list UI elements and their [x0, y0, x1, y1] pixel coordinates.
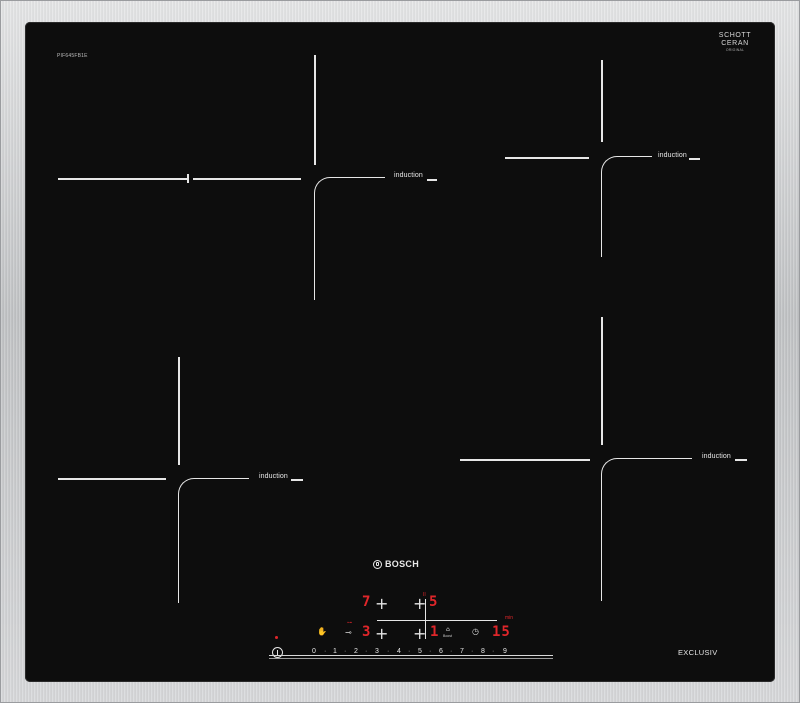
zone-line — [735, 459, 747, 461]
glass-cooktop: PIF645FB1E SCHOTT CERAN ORIGINAL inducti… — [25, 22, 775, 682]
zone-bottom-right-plus-button[interactable]: + — [413, 626, 426, 642]
wipe-protection-icon[interactable]: ✋ — [317, 628, 327, 636]
zone-bottom-left-plus-button[interactable]: + — [375, 626, 388, 642]
zone-top-left-plus-button[interactable]: + — [375, 596, 388, 612]
zone-line — [689, 158, 700, 160]
boost-icon[interactable]: ⌂ — [446, 626, 450, 634]
bosch-logo-icon — [373, 559, 382, 569]
zone-line — [58, 478, 166, 480]
slider-digit-8[interactable]: 8 — [481, 648, 485, 656]
timer-display: 15 — [492, 624, 511, 640]
zone-corner — [314, 177, 385, 300]
slider-digit-4[interactable]: 4 — [397, 648, 401, 656]
slider-digit-3[interactable]: 3 — [375, 648, 379, 656]
original-text: ORIGINAL — [725, 48, 745, 52]
slider-digit-0[interactable]: 0 — [312, 648, 316, 656]
induction-label: induction — [658, 152, 687, 159]
zone-corner — [601, 458, 692, 601]
slider-digit-6[interactable]: 6 — [439, 648, 443, 656]
zone-top-right-plus-button[interactable]: + — [413, 596, 426, 612]
zone-bottom-right-display: 1 — [430, 624, 440, 640]
zone-line — [505, 157, 589, 159]
schott-text: SCHOTT — [718, 32, 752, 39]
series-badge: EXCLUSIV — [678, 648, 718, 657]
slider-dot: · — [492, 648, 495, 655]
zone-line — [427, 179, 437, 181]
zone-line — [193, 178, 301, 180]
slider-dot: · — [450, 648, 453, 655]
slider-digit-5[interactable]: 5 — [418, 648, 422, 656]
slider-digit-7[interactable]: 7 — [460, 648, 464, 656]
slider-dot: · — [387, 648, 390, 655]
slider-digit-9[interactable]: 9 — [503, 648, 507, 656]
slider-track-lower — [269, 658, 553, 659]
boost-label: Boost — [443, 634, 452, 638]
zone-bottom-left-display: 3 — [362, 624, 372, 640]
zone-line — [601, 317, 603, 445]
zone-divider — [187, 174, 189, 183]
slider-dot: · — [365, 648, 368, 655]
control-cross-horizontal — [377, 620, 497, 621]
zone-line — [178, 357, 180, 465]
zone-line — [601, 60, 603, 142]
zone-line — [291, 479, 303, 481]
slider-dot: · — [408, 648, 411, 655]
zone-corner — [601, 156, 652, 257]
brand-name: BOSCH — [385, 559, 420, 569]
zone-line — [460, 459, 590, 461]
schott-ceran-logo: SCHOTT CERAN ORIGINAL — [705, 32, 765, 53]
key-icon: ⊶ — [347, 620, 352, 626]
childlock-icon[interactable]: ⊸ — [345, 629, 352, 637]
zone-top-right-display: 5 — [429, 594, 439, 610]
induction-label: induction — [394, 172, 423, 179]
zone-top-right-indicator: II — [423, 592, 426, 598]
bosch-brand: BOSCH — [373, 559, 419, 569]
induction-label: induction — [702, 453, 731, 460]
ceran-text: CERAN — [721, 40, 749, 47]
slider-dot: · — [471, 648, 474, 655]
power-button[interactable] — [272, 647, 283, 658]
model-code: PIF645FB1E — [57, 53, 88, 59]
slider-dot: · — [344, 648, 347, 655]
zone-top-left-display: 7 — [362, 594, 372, 610]
zone-line — [314, 55, 316, 165]
power-indicator-dot — [275, 636, 278, 639]
zone-corner — [178, 478, 249, 603]
slider-dot: · — [429, 648, 432, 655]
slider-dot: · — [324, 648, 327, 655]
timer-unit: min — [505, 615, 514, 621]
induction-label: induction — [259, 473, 288, 480]
slider-digit-2[interactable]: 2 — [354, 648, 358, 656]
timer-icon[interactable]: ◷ — [472, 628, 479, 636]
slider-digit-1[interactable]: 1 — [333, 648, 337, 656]
zone-line — [58, 178, 188, 180]
